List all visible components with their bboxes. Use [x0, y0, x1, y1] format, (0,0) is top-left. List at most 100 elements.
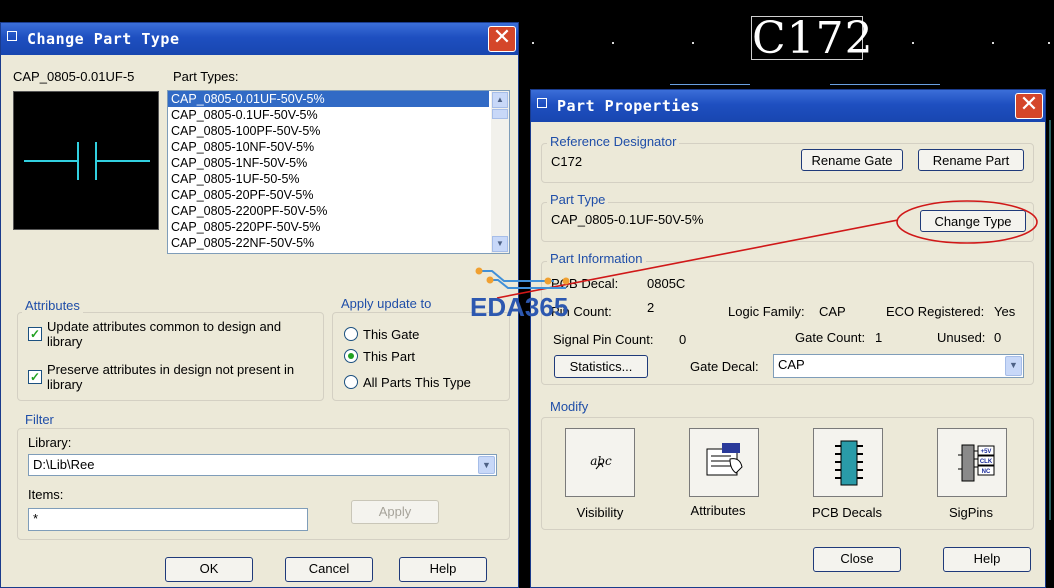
cancel-button[interactable]: Cancel [285, 557, 373, 582]
close-icon: ✕ [492, 25, 512, 50]
eco-registered-value: Yes [994, 304, 1016, 319]
scroll-thumb[interactable] [492, 109, 508, 119]
all-parts-radio[interactable] [344, 375, 358, 389]
ok-button[interactable]: OK [165, 557, 253, 582]
rename-part-button[interactable]: Rename Part [918, 149, 1024, 171]
visibility-label: Visibility [576, 505, 624, 520]
update-common-label: Update attributes common to design and l… [47, 319, 282, 349]
logic-family-label: Logic Family: [728, 304, 805, 319]
pcb-decal-label: PCB Decal: [551, 276, 619, 291]
library-label: Library: [28, 435, 72, 450]
close-dialog-button[interactable]: Close [813, 547, 901, 572]
change-part-type-titlebar[interactable]: Change Part Type ✕ [1, 23, 518, 55]
unused-value: 0 [994, 330, 1002, 345]
part-information-title: Part Information [547, 251, 646, 266]
gate-decal-value: CAP [778, 357, 805, 372]
close-icon: ✕ [1019, 92, 1039, 117]
statistics-button[interactable]: Statistics... [554, 355, 648, 378]
help-button[interactable]: Help [943, 547, 1031, 572]
gate-count-value: 1 [875, 330, 883, 345]
change-type-button[interactable]: Change Type [920, 210, 1026, 232]
part-type-item[interactable]: CAP_0805-20PF-50V-5% [168, 187, 489, 203]
reference-designator-label[interactable]: C172 [751, 16, 873, 61]
part-type-item[interactable]: CAP_0805-0.1UF-50V-5% [168, 107, 489, 123]
this-gate-label: This Gate [363, 327, 420, 342]
this-gate-radio[interactable] [344, 327, 358, 341]
items-value: * [33, 511, 39, 526]
app-icon [7, 31, 17, 41]
preserve-attributes-checkbox[interactable]: ✓ [28, 370, 42, 384]
pcb-decal-value: 0805C [647, 276, 686, 291]
chevron-down-icon[interactable]: ▼ [1005, 356, 1022, 376]
part-type-item[interactable]: CAP_0805-100PF-50V-5% [168, 123, 489, 139]
unused-label: Unused: [937, 330, 986, 345]
signal-pin-count-value: 0 [679, 332, 687, 347]
list-scrollbar[interactable]: ▲ ▼ [491, 91, 509, 253]
signal-pin-count-label: Signal Pin Count: [553, 332, 654, 347]
filter-group-title: Filter [22, 412, 57, 427]
reference-designator-value: C172 [551, 154, 583, 169]
sigpins-button[interactable]: +5V CLK NC [937, 428, 1007, 497]
part-preview [13, 91, 159, 230]
visibility-button[interactable]: abc [565, 428, 635, 497]
eco-registered-label: ECO Registered: [886, 304, 985, 319]
change-part-type-dialog: Change Part Type ✕ CAP_0805-0.01UF-5 Par… [0, 22, 519, 588]
sigpins-icon-text-3: NC [982, 469, 991, 475]
sigpins-icon: +5V CLK NC [958, 444, 995, 482]
chevron-down-icon[interactable]: ▼ [478, 456, 495, 474]
visibility-icon-text: abc [590, 454, 612, 468]
modify-title: Modify [547, 399, 592, 414]
this-part-label: This Part [363, 349, 416, 364]
checkmark-icon: ✓ [29, 327, 41, 341]
part-type-item[interactable]: CAP_0805-1UF-50-5% [168, 171, 489, 187]
apply-update-group-title: Apply update to [338, 296, 435, 311]
all-parts-label: All Parts This Type [363, 375, 471, 390]
part-type-item[interactable]: CAP_0805-10NF-50V-5% [168, 139, 489, 155]
scroll-down-button[interactable]: ▼ [492, 236, 508, 252]
this-part-radio[interactable] [344, 349, 358, 363]
close-button[interactable]: ✕ [1015, 93, 1043, 119]
preserve-attributes-label: Preserve attributes in design not presen… [47, 362, 295, 392]
reference-designator-title: Reference Designator [547, 134, 680, 149]
part-type-item[interactable]: CAP_0805-2200PF-50V-5% [168, 203, 489, 219]
app-icon [537, 98, 547, 108]
sigpins-label: SigPins [948, 505, 994, 520]
dialog-title: Part Properties [557, 97, 700, 115]
part-type-item[interactable]: CAP_0805-220PF-50V-5% [168, 219, 489, 235]
items-label: Items: [28, 487, 64, 502]
rename-gate-button[interactable]: Rename Gate [801, 149, 903, 171]
part-type-title: Part Type [547, 192, 609, 207]
dialog-title: Change Part Type [27, 30, 180, 48]
logic-family-value: CAP [819, 304, 846, 319]
help-button[interactable]: Help [399, 557, 487, 582]
part-type-value: CAP_0805-0.1UF-50V-5% [551, 212, 704, 227]
watermark: EDA365 [470, 292, 569, 322]
attributes-button[interactable] [689, 428, 759, 497]
attributes-group-title: Attributes [22, 298, 83, 313]
part-type-item[interactable]: CAP_0805-1NF-50V-5% [168, 155, 489, 171]
attributes-icon [706, 443, 743, 476]
pin-count-value: 2 [647, 300, 655, 315]
capacitor-symbol-icon [24, 142, 150, 180]
items-input[interactable]: * [28, 508, 308, 531]
visibility-icon: abc [590, 454, 612, 470]
chip-icon [835, 440, 863, 486]
library-combo[interactable]: D:\Lib\Ree ▼ [28, 454, 497, 476]
part-properties-dialog: Part Properties ✕ Reference Designator C… [530, 89, 1046, 588]
pcb-decals-button[interactable] [813, 428, 883, 497]
part-types-items: CAP_0805-0.01UF-50V-5% CAP_0805-0.1UF-50V… [168, 91, 509, 251]
update-common-checkbox[interactable]: ✓ [28, 327, 42, 341]
part-type-item[interactable]: CAP_0805-0.01UF-50V-5% [168, 91, 489, 107]
library-value: D:\Lib\Ree [33, 457, 95, 472]
attributes-label: Attributes [690, 503, 746, 518]
part-types-list[interactable]: CAP_0805-0.01UF-50V-5% CAP_0805-0.1UF-50V… [167, 90, 510, 254]
gate-count-label: Gate Count: [795, 330, 866, 345]
part-properties-titlebar[interactable]: Part Properties ✕ [531, 90, 1045, 122]
part-type-item[interactable]: CAP_0805-22NF-50V-5% [168, 235, 489, 251]
scroll-up-button[interactable]: ▲ [492, 92, 508, 108]
gate-decal-combo[interactable]: CAP ▼ [773, 354, 1024, 378]
close-button[interactable]: ✕ [488, 26, 516, 52]
apply-button[interactable]: Apply [351, 500, 439, 524]
sigpins-icon-text-2: CLK [980, 459, 993, 465]
gate-decal-label: Gate Decal: [690, 359, 759, 374]
